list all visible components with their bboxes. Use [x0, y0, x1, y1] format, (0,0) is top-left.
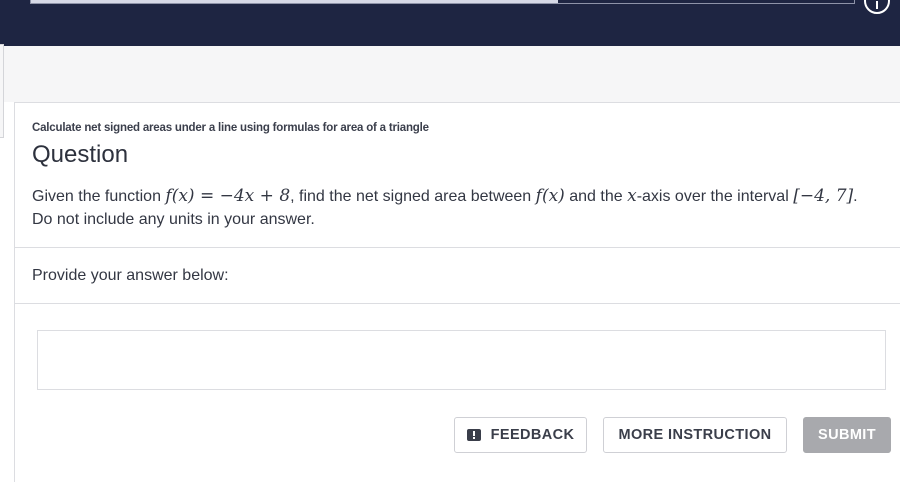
question-text-part: -axis over the interval: [636, 188, 794, 205]
progress-bar-fill: [31, 0, 558, 3]
question-text-part: and the: [564, 188, 628, 205]
divider: [15, 247, 900, 248]
answer-label: Provide your answer below:: [32, 267, 229, 284]
interval: [−4, 7]: [793, 186, 854, 206]
feedback-icon: [466, 429, 481, 441]
function-definition: f(x) = −4x + 8: [165, 186, 291, 206]
more-instruction-button[interactable]: MORE INSTRUCTION: [603, 417, 787, 453]
feedback-button[interactable]: FEEDBACK: [454, 417, 587, 453]
answer-input[interactable]: [37, 330, 886, 390]
side-panel-tab[interactable]: [0, 44, 4, 138]
question-card: Calculate net signed areas under a line …: [14, 102, 900, 482]
submit-button-label: SUBMIT: [818, 427, 876, 443]
x-variable: x: [627, 186, 637, 206]
question-subtitle: Calculate net signed areas under a line …: [32, 122, 429, 134]
page-background-band: [0, 46, 900, 102]
submit-button[interactable]: SUBMIT: [803, 417, 891, 453]
more-instruction-button-label: MORE INSTRUCTION: [618, 427, 772, 443]
question-title: Question: [32, 141, 129, 168]
divider: [15, 303, 900, 304]
feedback-button-label: FEEDBACK: [490, 427, 575, 443]
question-text-part: , find the net signed area between: [290, 188, 536, 205]
question-text: Given the function f(x) = −4x + 8, find …: [32, 185, 862, 231]
question-text-part: Given the function: [32, 188, 166, 205]
top-navigation-bar: [0, 0, 900, 46]
info-icon[interactable]: [864, 0, 890, 14]
function-reference: f(x): [535, 186, 565, 206]
progress-bar: [30, 0, 855, 4]
